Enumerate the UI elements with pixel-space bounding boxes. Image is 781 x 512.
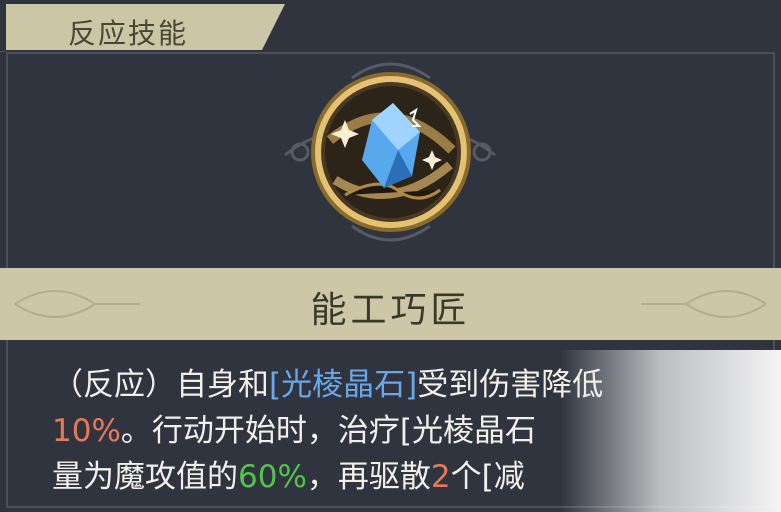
desc-highlight-term: [光棱晶石] bbox=[269, 367, 418, 403]
crystal-icon bbox=[311, 72, 471, 232]
desc-value: 60% bbox=[238, 459, 307, 495]
desc-value: 2 bbox=[430, 459, 451, 495]
fade-overlay bbox=[560, 350, 781, 512]
desc-text: 。行动开始时，治疗 bbox=[120, 413, 400, 449]
skill-panel: 反应技能 能工巧匠 （反应）自身和[光棱晶石]受到伤害降低 10%。行动开始时，… bbox=[0, 0, 781, 512]
skill-icon-area bbox=[284, 62, 496, 242]
desc-text: （反应）自身和 bbox=[52, 367, 269, 403]
desc-text: 个[减 bbox=[450, 459, 525, 495]
desc-value: 10% bbox=[52, 413, 121, 449]
desc-text: [光棱晶石 bbox=[399, 413, 537, 449]
skill-name: 能工巧匠 bbox=[310, 290, 471, 331]
desc-text: 量为魔攻值的 bbox=[52, 459, 238, 495]
desc-text: ，再驱散 bbox=[306, 459, 431, 495]
